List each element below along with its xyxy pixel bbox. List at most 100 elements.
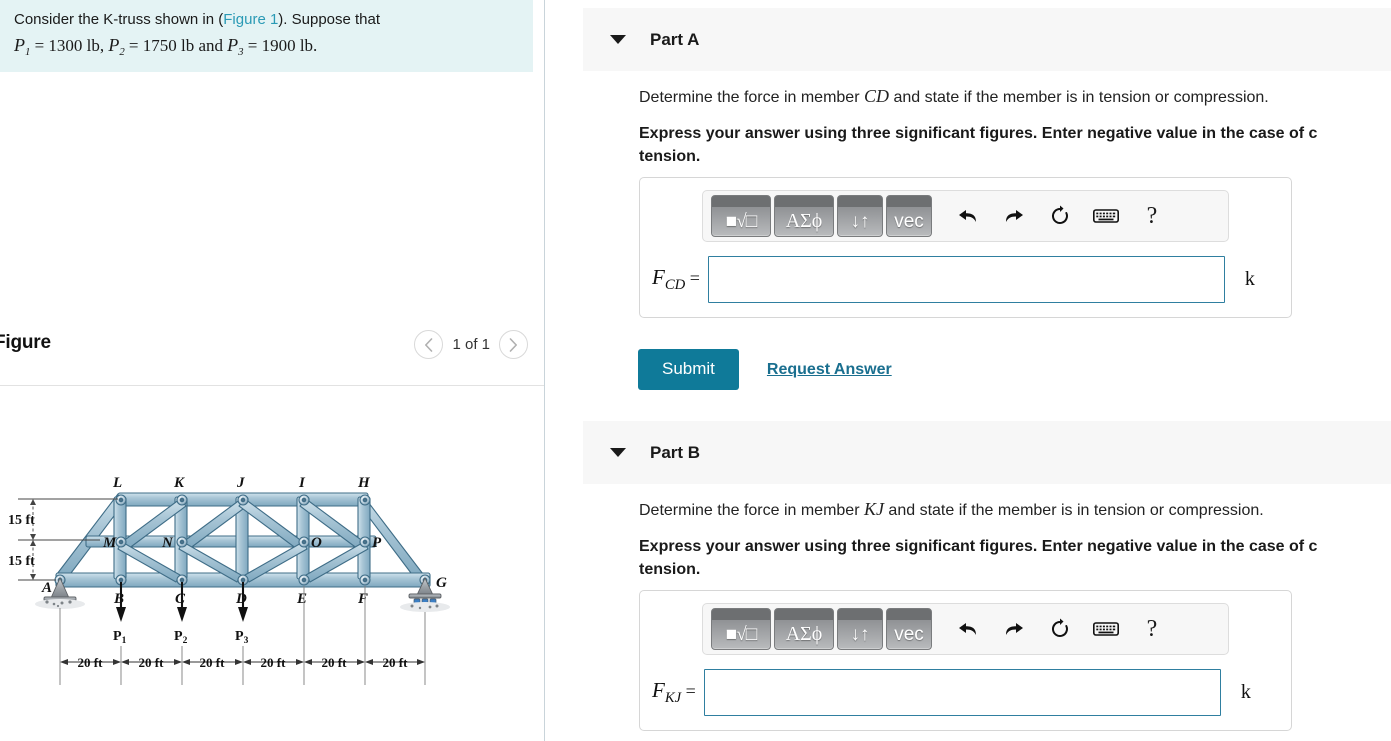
- part-a-answer-box: ■√□ ΑΣϕ ↓↑ vec ? FCD = k: [639, 177, 1292, 318]
- redo-button[interactable]: [991, 609, 1037, 649]
- redo-button[interactable]: [991, 196, 1037, 236]
- figure-1-link[interactable]: Figure 1: [223, 11, 278, 28]
- joint-label-L: L: [112, 475, 122, 491]
- part-b-answer-label: FKJ =: [652, 677, 696, 707]
- keyboard-icon: [1093, 622, 1119, 636]
- part-b-force-symbol: F: [652, 677, 665, 702]
- answer-panel: Part A Determine the force in member CD …: [545, 0, 1391, 741]
- question-mark-icon: ?: [1146, 202, 1158, 229]
- part-a-instruction: Express your answer using three signific…: [639, 123, 1391, 168]
- p2-symbol: P: [108, 34, 120, 55]
- up-down-arrow-icon: ↓↑: [850, 211, 870, 232]
- part-a-force-symbol: F: [652, 264, 665, 289]
- figure-prev-button[interactable]: [414, 330, 444, 359]
- part-a-title: Part A: [650, 29, 700, 49]
- dim-height-2: 15 ft: [8, 554, 35, 569]
- part-a-request-answer-link[interactable]: Request Answer: [767, 361, 892, 379]
- figure-header: Figure 1 of 1: [0, 330, 545, 372]
- p1-value: = 1300 lb,: [34, 35, 105, 55]
- part-b-member-symbol: KJ: [863, 499, 884, 519]
- part-b-title: Part B: [650, 442, 701, 462]
- vec-icon: vec: [894, 211, 924, 232]
- greek-symbols-button[interactable]: ΑΣϕ: [774, 195, 834, 237]
- joint-label-K: K: [173, 475, 185, 491]
- vector-button[interactable]: vec: [886, 608, 932, 650]
- figure-panel-title: Figure: [0, 332, 51, 353]
- part-b-math-toolbar: ■√□ ΑΣϕ ↓↑ vec ?: [702, 603, 1229, 655]
- part-a-answer-unit: k: [1244, 268, 1255, 290]
- caret-down-icon[interactable]: [610, 448, 626, 457]
- reset-button[interactable]: [1037, 196, 1083, 236]
- p3-symbol: P: [227, 34, 239, 55]
- vec-icon: vec: [894, 624, 924, 645]
- k-truss-diagram: L K J I H M N O P A B C D E F G P1 P2 P3…: [8, 475, 450, 685]
- part-a-answer-input[interactable]: [707, 256, 1225, 303]
- joint-label-B: B: [113, 591, 124, 607]
- undo-arrow-icon: [959, 623, 976, 635]
- figure-counter: 1 of 1: [452, 336, 490, 353]
- part-b-instruction-line1: Express your answer using three signific…: [639, 538, 1318, 555]
- part-a-instruction-line2: tension.: [639, 147, 701, 165]
- chevron-right-icon: [509, 337, 517, 352]
- k-truss-figure: L K J I H M N O P A B C D E F G P1 P2 P3…: [0, 400, 545, 690]
- keyboard-icon: [1093, 209, 1119, 223]
- load-label-P1: P1: [113, 629, 127, 646]
- part-b-header[interactable]: Part B: [583, 421, 1391, 484]
- dim-span-1: 20 ft: [78, 655, 104, 670]
- keyboard-button[interactable]: [1083, 196, 1129, 236]
- part-a-instruction-line1: Express your answer using three signific…: [639, 125, 1318, 142]
- part-a-header[interactable]: Part A: [583, 8, 1391, 71]
- keyboard-button[interactable]: [1083, 609, 1129, 649]
- dim-height-1: 15 ft: [8, 513, 35, 528]
- undo-button[interactable]: [945, 609, 991, 649]
- template-sqrt-button[interactable]: ■√□: [711, 608, 771, 650]
- part-a-question-tail: and state if the member is in tension or…: [889, 89, 1269, 106]
- arrows-button[interactable]: ↓↑: [837, 608, 883, 650]
- redo-arrow-icon: [1006, 623, 1023, 635]
- part-b-answer-input[interactable]: [703, 669, 1221, 716]
- arrows-button[interactable]: ↓↑: [837, 195, 883, 237]
- joint-label-D: D: [235, 591, 247, 607]
- joint-label-G: G: [436, 575, 447, 591]
- help-button[interactable]: ?: [1129, 196, 1175, 236]
- greek-symbols-button[interactable]: ΑΣϕ: [774, 608, 834, 650]
- load-label-P3: P3: [235, 629, 249, 646]
- redo-arrow-icon: [1006, 210, 1023, 222]
- load-label-P2: P2: [174, 629, 188, 646]
- undo-button[interactable]: [945, 196, 991, 236]
- chevron-left-icon: [425, 337, 433, 352]
- sqrt-template-icon: ■√□: [725, 211, 757, 232]
- greek-letters-icon: ΑΣϕ: [785, 623, 823, 645]
- p1-symbol: P: [14, 34, 25, 55]
- load-labels: P1 P2 P3: [113, 629, 249, 646]
- vector-button[interactable]: vec: [886, 195, 932, 237]
- caret-down-icon[interactable]: [610, 35, 626, 44]
- vertical-dimension-labels: 15 ft 15 ft: [8, 513, 35, 569]
- joint-labels-top: L K J I H: [112, 475, 371, 491]
- question-mark-icon: ?: [1146, 615, 1158, 642]
- joint-label-C: C: [175, 591, 186, 607]
- dim-span-2: 20 ft: [139, 655, 165, 670]
- part-a-member-symbol: CD: [863, 86, 889, 106]
- dim-span-4: 20 ft: [261, 655, 287, 670]
- joint-label-A: A: [41, 580, 52, 596]
- part-b-force-subscript: KJ: [664, 690, 682, 707]
- part-a-submit-button[interactable]: Submit: [638, 349, 739, 390]
- part-b-question-lead: Determine the force in member: [639, 502, 864, 519]
- joint-label-P: P: [372, 535, 382, 551]
- part-a-question: Determine the force in member CD and sta…: [639, 86, 1269, 107]
- part-a-answer-label: FCD =: [652, 264, 700, 294]
- sqrt-template-icon: ■√□: [725, 624, 757, 645]
- up-down-arrow-icon: ↓↑: [850, 624, 870, 645]
- undo-arrow-icon: [959, 210, 976, 222]
- part-b-instruction-line2: tension.: [639, 560, 701, 578]
- part-a-answer-row: FCD = k: [640, 256, 1291, 303]
- joint-label-M: M: [102, 535, 117, 551]
- part-b-instruction: Express your answer using three signific…: [639, 536, 1391, 581]
- template-sqrt-button[interactable]: ■√□: [711, 195, 771, 237]
- page-root: Consider the K-truss shown in (Figure 1)…: [0, 0, 1391, 741]
- help-button[interactable]: ?: [1129, 609, 1175, 649]
- figure-next-button[interactable]: [499, 330, 528, 359]
- part-b-answer-unit: k: [1240, 681, 1251, 703]
- reset-button[interactable]: [1037, 609, 1083, 649]
